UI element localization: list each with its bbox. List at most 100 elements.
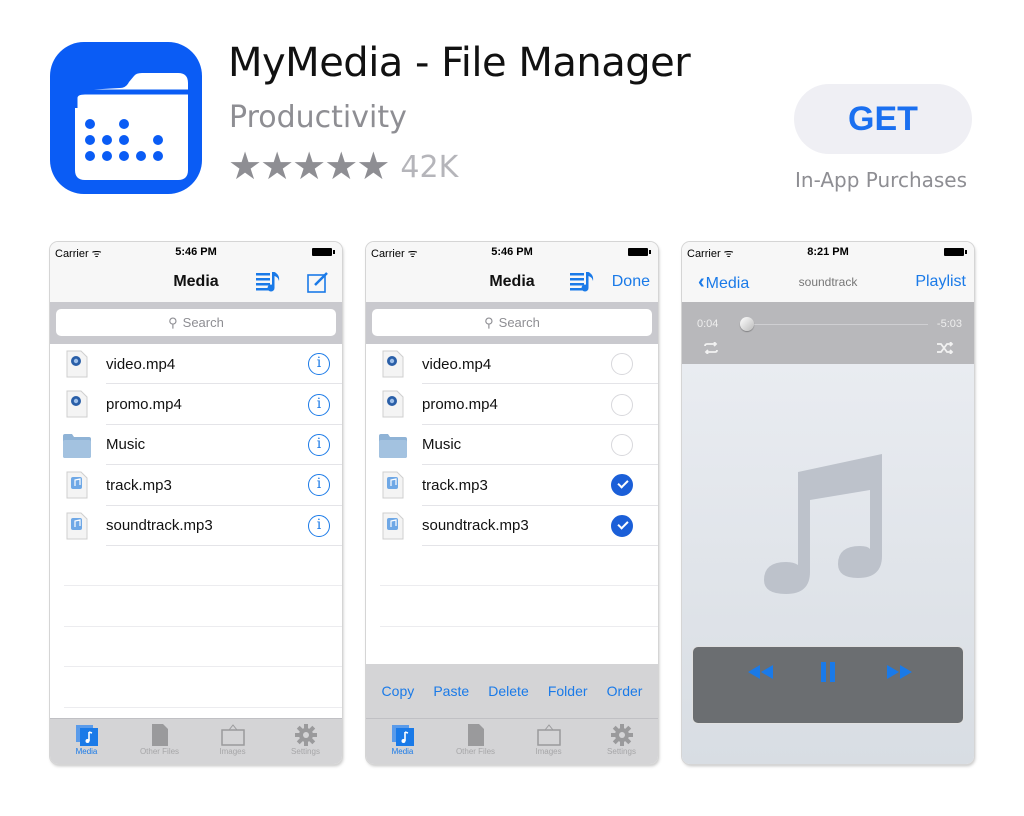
video-file-icon bbox=[66, 390, 88, 418]
playlist-icon[interactable] bbox=[256, 270, 282, 292]
video-file-icon bbox=[382, 350, 404, 378]
app-icon bbox=[50, 42, 202, 194]
file-name: soundtrack.mp3 bbox=[422, 517, 529, 535]
empty-row bbox=[366, 546, 658, 587]
file-name: video.mp4 bbox=[422, 355, 492, 373]
playback-controls bbox=[692, 646, 964, 724]
nav-bar: Media Done bbox=[366, 262, 658, 302]
edit-action-delete[interactable]: Delete bbox=[488, 683, 528, 699]
in-app-purchases-label: In-App Purchases bbox=[795, 168, 968, 192]
app-category[interactable]: Productivity bbox=[229, 100, 407, 135]
battery-icon bbox=[312, 248, 335, 256]
file-row[interactable]: Music bbox=[366, 425, 658, 466]
status-time: 8:21 PM bbox=[807, 246, 849, 258]
search-input[interactable]: ⚲ Search bbox=[372, 309, 652, 336]
pause-icon[interactable] bbox=[820, 662, 836, 682]
music-note-icon bbox=[764, 454, 882, 594]
info-icon[interactable]: i bbox=[308, 514, 330, 537]
progress-knob[interactable] bbox=[740, 317, 755, 331]
tab-label: Other Files bbox=[139, 747, 180, 756]
file-name: Music bbox=[106, 436, 146, 454]
file-name: track.mp3 bbox=[106, 476, 172, 494]
playlist-button[interactable]: Playlist bbox=[915, 273, 966, 291]
edit-action-folder[interactable]: Folder bbox=[548, 683, 588, 699]
search-icon: ⚲ bbox=[168, 314, 178, 330]
tab-settings[interactable]: Settings bbox=[269, 719, 342, 764]
search-input[interactable]: ⚲ Search bbox=[56, 309, 336, 336]
empty-row bbox=[50, 586, 342, 628]
info-icon[interactable]: i bbox=[308, 474, 330, 497]
media-icon bbox=[391, 725, 414, 746]
tab-bar: Media Other Files Images Settings bbox=[366, 718, 658, 764]
file-row[interactable]: video.mp4 i bbox=[50, 344, 342, 385]
status-time: 5:46 PM bbox=[491, 246, 533, 258]
tab-settings[interactable]: Settings bbox=[585, 719, 658, 764]
file-name: Music bbox=[422, 436, 462, 454]
get-button[interactable]: GET bbox=[794, 84, 972, 154]
playlist-icon[interactable] bbox=[570, 270, 596, 292]
edit-action-copy[interactable]: Copy bbox=[382, 683, 415, 699]
star-icon: ★ bbox=[228, 146, 263, 188]
tab-images[interactable]: Images bbox=[196, 719, 269, 764]
gear-icon bbox=[610, 724, 633, 746]
empty-row bbox=[366, 627, 658, 668]
file-row[interactable]: video.mp4 bbox=[366, 344, 658, 385]
edit-action-paste[interactable]: Paste bbox=[433, 683, 469, 699]
rewind-icon[interactable] bbox=[748, 665, 774, 679]
empty-row bbox=[50, 627, 342, 668]
tab-media[interactable]: Media bbox=[50, 719, 123, 764]
file-name: track.mp3 bbox=[422, 476, 488, 494]
screenshot-player: Carrier ᯤ 8:21 PM ‹Media soundtrack Playl… bbox=[682, 242, 974, 764]
shuffle-icon[interactable] bbox=[936, 342, 954, 354]
file-row[interactable]: soundtrack.mp3 i bbox=[50, 506, 342, 547]
tab-other-files[interactable]: Other Files bbox=[123, 719, 196, 764]
info-icon[interactable]: i bbox=[308, 353, 330, 376]
checkbox-empty-icon[interactable] bbox=[611, 353, 633, 376]
compose-icon[interactable] bbox=[306, 270, 330, 294]
file-row[interactable]: promo.mp4 i bbox=[50, 384, 342, 426]
edit-action-order[interactable]: Order bbox=[607, 683, 643, 699]
audio-file-icon bbox=[382, 512, 404, 540]
file-list: video.mp4 i promo.mp4 i Music i track.mp3 i soun… bbox=[50, 344, 342, 708]
nav-title: Media bbox=[173, 273, 219, 290]
scrubber-panel: 0:04 -5:03 bbox=[682, 302, 974, 364]
file-row[interactable]: soundtrack.mp3 bbox=[366, 506, 658, 547]
file-row[interactable]: track.mp3 bbox=[366, 465, 658, 506]
checkbox-empty-icon[interactable] bbox=[611, 393, 633, 416]
folder-dots-icon bbox=[72, 73, 188, 180]
picture-frame-icon bbox=[536, 724, 561, 746]
done-button[interactable]: Done bbox=[612, 273, 650, 291]
checkbox-checked-icon[interactable] bbox=[611, 474, 633, 497]
audio-file-icon bbox=[66, 471, 88, 499]
edit-toolbar: Copy Paste Delete Folder Order bbox=[366, 664, 658, 718]
file-row[interactable]: track.mp3 i bbox=[50, 465, 342, 506]
status-bar: Carrier ᯤ 5:46 PM bbox=[50, 242, 342, 262]
tab-bar: Media Other Files Images Settings bbox=[50, 718, 342, 764]
tab-label: Images bbox=[219, 747, 246, 756]
repeat-icon[interactable] bbox=[702, 342, 720, 354]
checkbox-empty-icon[interactable] bbox=[611, 433, 633, 456]
video-file-icon bbox=[382, 390, 404, 418]
tab-label: Settings bbox=[291, 747, 320, 756]
file-row[interactable]: promo.mp4 bbox=[366, 384, 658, 426]
tab-media[interactable]: Media bbox=[366, 719, 439, 764]
rating: ★ ★ ★ ★ ★ 42K bbox=[228, 148, 458, 186]
progress-track[interactable] bbox=[742, 324, 928, 325]
file-row[interactable]: Music i bbox=[50, 425, 342, 466]
empty-row bbox=[50, 667, 342, 708]
checkbox-checked-icon[interactable] bbox=[611, 514, 633, 537]
info-icon[interactable]: i bbox=[308, 393, 330, 416]
file-name: promo.mp4 bbox=[106, 396, 182, 414]
nav-bar: ‹Media soundtrack Playlist bbox=[682, 262, 974, 302]
tab-label: Media bbox=[75, 747, 98, 756]
file-name: video.mp4 bbox=[106, 355, 176, 373]
gear-icon bbox=[294, 724, 317, 746]
remaining-time: -5:03 bbox=[936, 318, 962, 330]
file-list: video.mp4 promo.mp4 Music track.mp3 soundtra… bbox=[366, 344, 658, 668]
fast-forward-icon[interactable] bbox=[886, 665, 912, 679]
app-title: MyMedia - File Manager bbox=[228, 40, 691, 86]
tab-images[interactable]: Images bbox=[512, 719, 585, 764]
elapsed-time: 0:04 bbox=[697, 318, 719, 330]
info-icon[interactable]: i bbox=[308, 433, 330, 456]
tab-other-files[interactable]: Other Files bbox=[439, 719, 512, 764]
